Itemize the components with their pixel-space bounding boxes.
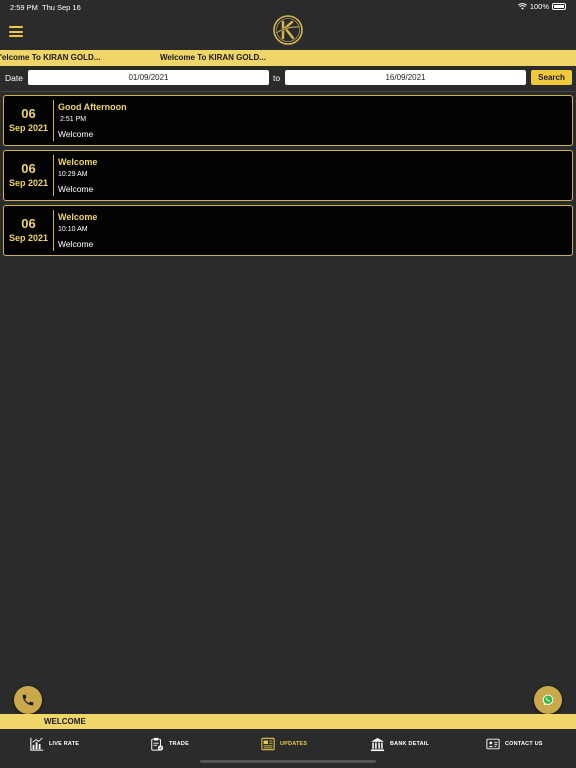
bank-icon xyxy=(370,737,385,751)
marquee-item: 'elcome To KIRAN GOLD... xyxy=(0,53,101,62)
home-indicator[interactable] xyxy=(200,760,376,763)
update-day: 06 xyxy=(21,216,36,231)
card-divider xyxy=(53,100,54,141)
tab-label: CONTACT US xyxy=(505,741,543,747)
update-title: Good Afternoon xyxy=(58,102,127,112)
status-bar: 2:59 PM Thu Sep 16 100% xyxy=(0,0,576,14)
bottom-ticker: WELCOME xyxy=(0,714,576,729)
call-button[interactable] xyxy=(14,686,42,714)
update-month: Sep 2021 xyxy=(8,123,49,133)
tab-trade[interactable]: TRADE xyxy=(150,735,189,753)
card-divider xyxy=(53,210,54,251)
tab-label: BANK DETAIL xyxy=(390,741,430,747)
update-message: Welcome xyxy=(58,129,94,139)
news-icon xyxy=(261,737,275,751)
header xyxy=(0,14,576,50)
phone-icon xyxy=(22,694,34,706)
update-time: 10:29 AM xyxy=(58,171,88,178)
battery-percent: 100% xyxy=(529,2,549,11)
marquee-item: Welcome To KIRAN GOLD... xyxy=(160,53,266,62)
card-divider xyxy=(53,155,54,196)
update-title: Welcome xyxy=(58,212,98,222)
announcement-marquee: 'elcome To KIRAN GOLD... Welcome To KIRA… xyxy=(0,50,576,66)
tab-contact-us[interactable]: CONTACT US xyxy=(486,735,543,753)
update-day: 06 xyxy=(21,161,36,176)
tab-label: LIVE RATE xyxy=(49,741,80,747)
update-message: Welcome xyxy=(58,239,94,249)
chart-icon xyxy=(30,737,44,751)
search-button[interactable]: Search xyxy=(531,70,572,85)
date-filter: Date to Search xyxy=(0,68,576,90)
date-label: Date xyxy=(5,73,23,83)
from-date-input[interactable] xyxy=(28,70,269,85)
update-title: Welcome xyxy=(58,157,98,167)
tab-live-rate[interactable]: LIVE RATE xyxy=(30,735,79,753)
menu-button[interactable] xyxy=(9,26,23,37)
update-message: Welcome xyxy=(58,184,94,194)
to-label: to xyxy=(273,73,281,83)
tab-updates[interactable]: UPDATES xyxy=(261,735,307,753)
update-month: Sep 2021 xyxy=(8,178,49,188)
update-time: 10:10 AM xyxy=(58,226,88,233)
clipboard-icon xyxy=(151,737,164,751)
whatsapp-button[interactable] xyxy=(534,686,562,714)
contact-card-icon xyxy=(486,738,500,750)
wifi-icon xyxy=(517,3,527,10)
update-card[interactable]: 06 Sep 2021 Welcome 10:10 AM Welcome xyxy=(3,205,573,256)
divider xyxy=(0,91,576,92)
tab-label: TRADE xyxy=(169,741,189,747)
update-time: 2:51 PM xyxy=(60,116,87,123)
status-date: Thu Sep 16 xyxy=(42,3,81,12)
status-right: 100% xyxy=(517,2,566,11)
update-month: Sep 2021 xyxy=(8,233,49,243)
battery-icon xyxy=(552,3,566,10)
update-card[interactable]: 06 Sep 2021 Welcome 10:29 AM Welcome xyxy=(3,150,573,201)
to-date-input[interactable] xyxy=(285,70,526,85)
tab-label: UPDATES xyxy=(280,741,308,747)
update-card[interactable]: 06 Sep 2021 Good Afternoon 2:51 PM Welco… xyxy=(3,95,573,146)
ticker-text: WELCOME xyxy=(44,717,86,726)
hamburger-icon xyxy=(9,26,23,28)
whatsapp-icon xyxy=(542,694,554,706)
status-time: 2:59 PM xyxy=(10,3,38,12)
update-day: 06 xyxy=(21,106,36,121)
tab-bank-detail[interactable]: BANK DETAIL xyxy=(370,735,429,753)
brand-logo xyxy=(273,15,303,45)
